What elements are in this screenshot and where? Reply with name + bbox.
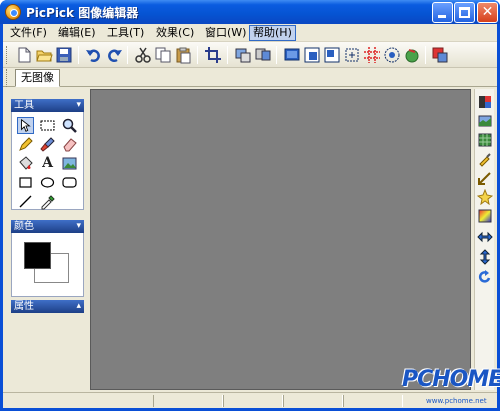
image-icon[interactable] [61,155,78,172]
title-bar[interactable]: PicPick 图像编辑器 ✕ [0,0,500,24]
menu-edit[interactable]: 编辑(E) [55,25,99,41]
menu-effects[interactable]: 效果(C) [153,25,197,41]
tools-panel: A [11,112,84,210]
copy-icon[interactable] [154,46,172,64]
close-icon: ✕ [481,4,494,20]
color-picker-icon[interactable] [39,193,56,210]
mosaic-icon[interactable] [477,132,493,148]
redo-icon[interactable] [105,46,123,64]
resize-icon[interactable] [477,170,493,186]
watermark-url: www.pchome.net [426,397,487,405]
close-button[interactable]: ✕ [477,2,498,23]
capture-fixed-icon[interactable] [343,46,361,64]
document-tab-strip: 无图像 [3,69,497,87]
maximize-icon [459,7,470,18]
color-panel-header[interactable]: 颜色 ▾ [11,220,84,233]
properties-panel-header[interactable]: 属性 ▴ [11,300,84,313]
capture-freehand-icon[interactable] [363,46,381,64]
toolbar-separator [276,46,277,64]
toolbar-separator [197,46,198,64]
pchome-watermark: PCHOME www.pchome.net [402,367,500,411]
status-cell [223,395,283,407]
main-toolbar [3,42,497,68]
flip-icon[interactable] [477,113,493,129]
menu-tools[interactable]: 工具(T) [104,25,147,41]
properties-panel-title: 属性 [14,301,34,312]
menu-help[interactable]: 帮助(H) [249,25,296,41]
rotate-icon[interactable] [477,269,493,285]
line-icon[interactable] [17,193,34,210]
capture-window-icon[interactable] [254,46,272,64]
flip-horizontal-icon[interactable] [477,229,493,245]
tab-no-image[interactable]: 无图像 [15,69,60,87]
status-cell [343,395,403,407]
tabstrip-grip [6,69,9,87]
toolbar-separator [78,46,79,64]
capture-region-icon[interactable] [323,46,341,64]
capture-scroll-icon[interactable] [383,46,401,64]
capture-active-icon[interactable] [303,46,321,64]
watermark-brand: PCHOME [402,367,500,392]
tools-panel-header[interactable]: 工具 ▾ [11,99,84,112]
pencil-icon[interactable] [17,136,34,153]
capture-monitor-icon[interactable] [431,46,449,64]
foreground-color-swatch[interactable] [24,242,51,269]
select-arrow-icon[interactable] [17,117,34,134]
right-toolbar [474,89,494,390]
rounded-rect-icon[interactable] [61,174,78,191]
color-panel-title: 颜色 [14,221,34,232]
window-title: PicPick 图像编辑器 [26,6,139,20]
new-icon[interactable] [15,46,33,64]
crop-icon[interactable] [204,46,222,64]
image-canvas-area[interactable] [90,89,471,390]
toolbar-separator [425,46,426,64]
eraser-icon[interactable] [61,136,78,153]
status-cell [153,395,223,407]
flip-vertical-icon[interactable] [477,249,493,265]
gradient-icon[interactable] [477,208,493,224]
capture-icon[interactable] [234,46,252,64]
collapse-chevron-icon[interactable]: ▾ [76,99,81,112]
status-cell [283,395,343,407]
share-icon[interactable] [403,46,421,64]
undo-icon[interactable] [85,46,103,64]
minimize-icon [438,15,446,18]
expand-chevron-icon[interactable]: ▴ [76,300,81,313]
menu-window[interactable]: 窗口(W) [202,25,249,41]
effect-icon[interactable] [477,189,493,205]
tools-panel-title: 工具 [14,100,34,111]
color-adjust-icon[interactable] [477,94,493,110]
toolbar-separator [227,46,228,64]
brush-icon[interactable] [39,136,56,153]
toolbar-separator [127,46,128,64]
color-panel [11,233,84,297]
fill-icon[interactable] [17,155,34,172]
client-area: 文件(F) 编辑(E) 工具(T) 效果(C) 窗口(W) 帮助(H) 无图像 … [3,24,497,408]
open-icon[interactable] [35,46,53,64]
picpick-app-icon[interactable] [5,4,21,20]
minimize-button[interactable] [432,2,453,23]
select-rect-icon[interactable] [39,117,56,134]
app-window: PicPick 图像编辑器 ✕ 文件(F) 编辑(E) 工具(T) 效果(C) … [0,0,500,411]
sharpen-icon[interactable] [477,151,493,167]
paste-icon[interactable] [174,46,192,64]
cut-icon[interactable] [134,46,152,64]
maximize-button[interactable] [454,2,475,23]
rectangle-icon[interactable] [17,174,34,191]
text-tool-icon[interactable]: A [39,155,56,172]
menu-bar: 文件(F) 编辑(E) 工具(T) 效果(C) 窗口(W) 帮助(H) [3,24,497,42]
menu-file[interactable]: 文件(F) [7,25,50,41]
capture-fullscreen-icon[interactable] [283,46,301,64]
zoom-icon[interactable] [61,117,78,134]
toolbar-grip[interactable] [6,46,9,64]
collapse-chevron-icon[interactable]: ▾ [76,220,81,233]
ellipse-icon[interactable] [39,174,56,191]
save-icon[interactable] [55,46,73,64]
